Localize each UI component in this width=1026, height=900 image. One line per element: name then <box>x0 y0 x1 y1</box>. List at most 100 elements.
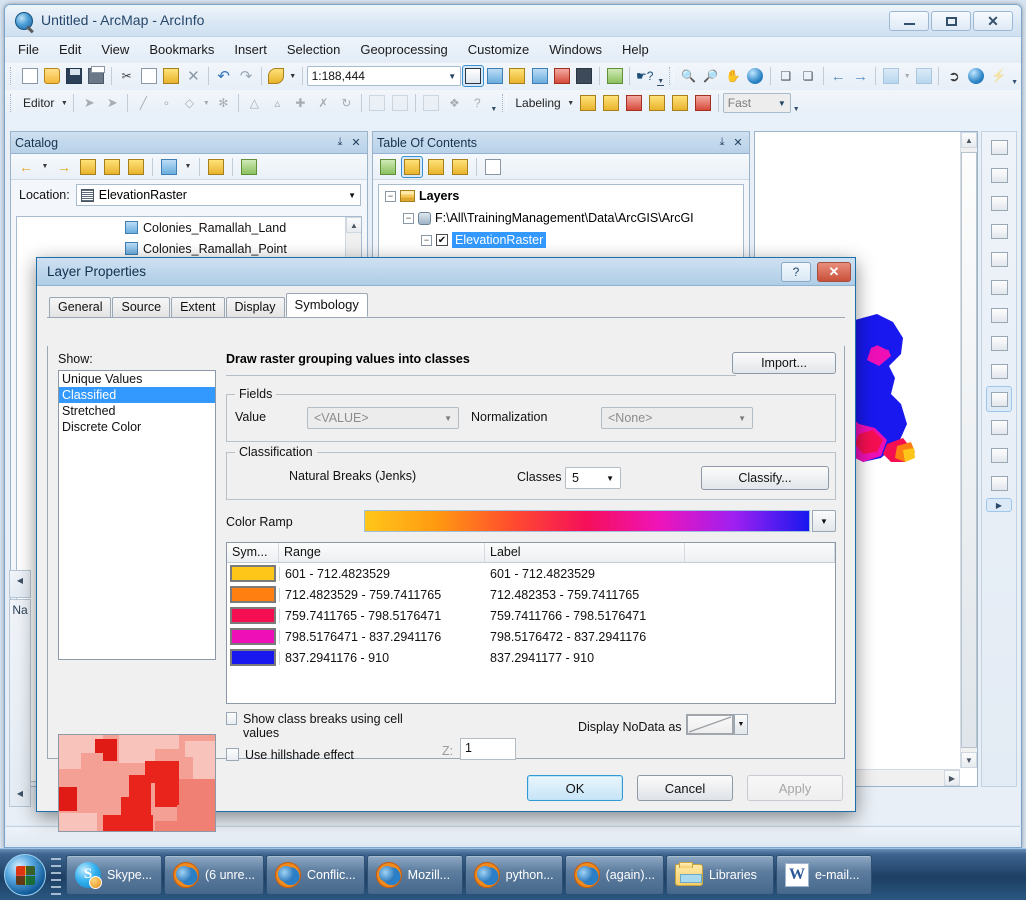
editor-menu-label[interactable]: Editor <box>19 96 58 110</box>
redo-icon[interactable]: ↷ <box>235 65 256 87</box>
whats-this-icon[interactable]: ☛? <box>634 65 655 87</box>
table-row[interactable]: 712.4823529 - 759.7411765 712.482353 - 7… <box>227 584 835 605</box>
menu-view[interactable]: View <box>92 38 138 61</box>
new-map-icon[interactable] <box>19 65 40 87</box>
straight-segment-icon[interactable]: ╱ <box>132 92 154 114</box>
table-row[interactable]: 798.5176471 - 837.2941176 798.5176472 - … <box>227 626 835 647</box>
range-cell[interactable]: 798.5176471 - 837.2941176 <box>279 629 485 644</box>
toc-options-icon[interactable] <box>482 156 504 178</box>
add-layer-icon[interactable] <box>986 134 1012 160</box>
toc-layer-row[interactable]: − ✔ ElevationRaster <box>379 229 743 251</box>
taskbar-item-libraries[interactable]: Libraries <box>665 854 774 895</box>
layout-view-icon[interactable] <box>986 414 1012 440</box>
show-option-unique-values[interactable]: Unique Values <box>59 371 215 387</box>
location-combo[interactable]: ElevationRaster ▼ <box>75 184 361 206</box>
range-cell[interactable]: 759.7411765 - 798.5176471 <box>279 608 485 623</box>
table-row[interactable]: 759.7411765 - 798.5176471 759.7411766 - … <box>227 605 835 626</box>
maximize-button[interactable] <box>931 11 971 31</box>
map-scale-combo[interactable]: 1:188,444 ▼ <box>306 66 462 86</box>
create-features-icon[interactable] <box>420 92 442 114</box>
color-ramp-preview[interactable] <box>364 510 810 532</box>
pin-icon[interactable]: ⤓ <box>333 136 347 150</box>
trace-icon[interactable]: ◇ <box>178 92 200 114</box>
connect-folder-icon[interactable] <box>205 156 227 178</box>
left-strip-collapse-top[interactable]: ◀ <box>9 570 31 598</box>
column-header-extra[interactable] <box>685 543 835 562</box>
map-vertical-scrollbar[interactable]: ▲ ▼ <box>960 132 977 768</box>
view-unplaced-labels-icon[interactable] <box>692 92 714 114</box>
list-by-source-icon[interactable] <box>401 155 423 178</box>
collapse-left-icon[interactable]: ◀ <box>10 784 30 802</box>
data-view-icon[interactable] <box>986 386 1012 412</box>
ok-button[interactable]: OK <box>527 775 623 801</box>
range-cell[interactable]: 712.4823529 - 759.7411765 <box>279 587 485 602</box>
curve-segment-icon[interactable]: ∘ <box>155 92 177 114</box>
column-header-label[interactable]: Label <box>485 543 685 562</box>
taskbar-item-firefox-5[interactable]: (again)... <box>564 854 664 895</box>
save-icon[interactable] <box>63 65 84 87</box>
editor-dropdown-icon[interactable]: ▼ <box>59 92 69 114</box>
zoom-to-selection-icon[interactable] <box>986 274 1012 300</box>
taskbar-item-word[interactable]: W e-mail... <box>775 854 872 895</box>
collapse-left-icon[interactable]: ◀ <box>10 571 30 589</box>
full-extent-icon[interactable] <box>745 65 766 87</box>
search-icon[interactable] <box>529 65 550 87</box>
editor-help-icon[interactable]: ? <box>466 92 488 114</box>
left-strip-panel[interactable]: Na ◀ <box>9 599 31 807</box>
zoom-out-icon[interactable]: 🔎 <box>700 65 721 87</box>
forward-extent-icon[interactable]: → <box>850 65 871 87</box>
menu-bookmarks[interactable]: Bookmarks <box>140 38 223 61</box>
model-builder-icon[interactable] <box>604 65 625 87</box>
class-swatch-4[interactable] <box>230 649 276 666</box>
edit-tool-icon[interactable]: ➤ <box>78 92 100 114</box>
hyperlink-icon[interactable]: ⚡ <box>988 65 1009 87</box>
import-button[interactable]: Import... <box>732 352 836 374</box>
toc-root-row[interactable]: − Layers <box>379 185 743 207</box>
menu-help[interactable]: Help <box>613 38 658 61</box>
organize-icon[interactable] <box>238 156 260 178</box>
undo-icon[interactable]: ↶ <box>213 65 234 87</box>
attributes-icon[interactable] <box>366 92 388 114</box>
class-swatch-2[interactable] <box>230 607 276 624</box>
remove-layer-icon[interactable] <box>986 162 1012 188</box>
list-by-drawing-order-icon[interactable] <box>377 156 399 178</box>
taskbar-item-firefox-2[interactable]: Conflic... <box>266 854 365 895</box>
toolbar-grip[interactable] <box>10 67 15 85</box>
clear-selection-icon[interactable] <box>913 65 934 87</box>
contents-view-dropdown-icon[interactable]: ▼ <box>182 156 194 178</box>
print-preview-icon[interactable] <box>986 470 1012 496</box>
toolbar-grip[interactable] <box>10 94 15 112</box>
catalog-icon[interactable] <box>507 65 528 87</box>
class-swatch-3[interactable] <box>230 628 276 645</box>
add-data-dropdown[interactable]: ▼ <box>288 65 298 87</box>
close-icon[interactable]: ✕ <box>731 136 745 150</box>
sketch-properties-icon[interactable] <box>389 92 411 114</box>
apply-button[interactable]: Apply <box>747 775 843 801</box>
rotate-icon[interactable]: ↻ <box>335 92 357 114</box>
label-weight-icon[interactable] <box>623 92 645 114</box>
show-option-stretched[interactable]: Stretched <box>59 403 215 419</box>
range-cell[interactable]: 601 - 712.4823529 <box>279 566 485 581</box>
up-one-level-icon[interactable] <box>77 156 99 178</box>
use-hillshade-row[interactable]: Use hillshade effect <box>226 748 354 762</box>
edit-annotation-icon[interactable]: ➤ <box>101 92 123 114</box>
value-field-combo[interactable]: <VALUE> ▼ <box>307 407 459 429</box>
copy-page-icon[interactable] <box>986 442 1012 468</box>
collapse-toggle-icon[interactable]: − <box>421 234 432 246</box>
toolbar-grip[interactable] <box>669 67 674 85</box>
classes-count-combo[interactable]: 5 ▼ <box>565 467 621 489</box>
fixed-zoom-out-icon[interactable]: ❏ <box>797 65 818 87</box>
toolbar-overflow-button[interactable]: ▼ <box>489 93 498 113</box>
print-icon[interactable] <box>86 65 107 87</box>
scroll-up-icon[interactable]: ▲ <box>961 132 977 148</box>
dialog-close-button[interactable]: ✕ <box>817 261 851 282</box>
copy-icon[interactable] <box>138 65 159 87</box>
pan-icon[interactable]: ✋ <box>723 65 744 87</box>
cancel-button[interactable]: Cancel <box>637 775 733 801</box>
pause-labeling-icon[interactable] <box>669 92 691 114</box>
next-page-icon[interactable] <box>986 358 1012 384</box>
minimize-button[interactable] <box>889 11 929 31</box>
menu-edit[interactable]: Edit <box>50 38 90 61</box>
label-priority-icon[interactable] <box>600 92 622 114</box>
taskbar-item-firefox-4[interactable]: python... <box>464 854 563 895</box>
